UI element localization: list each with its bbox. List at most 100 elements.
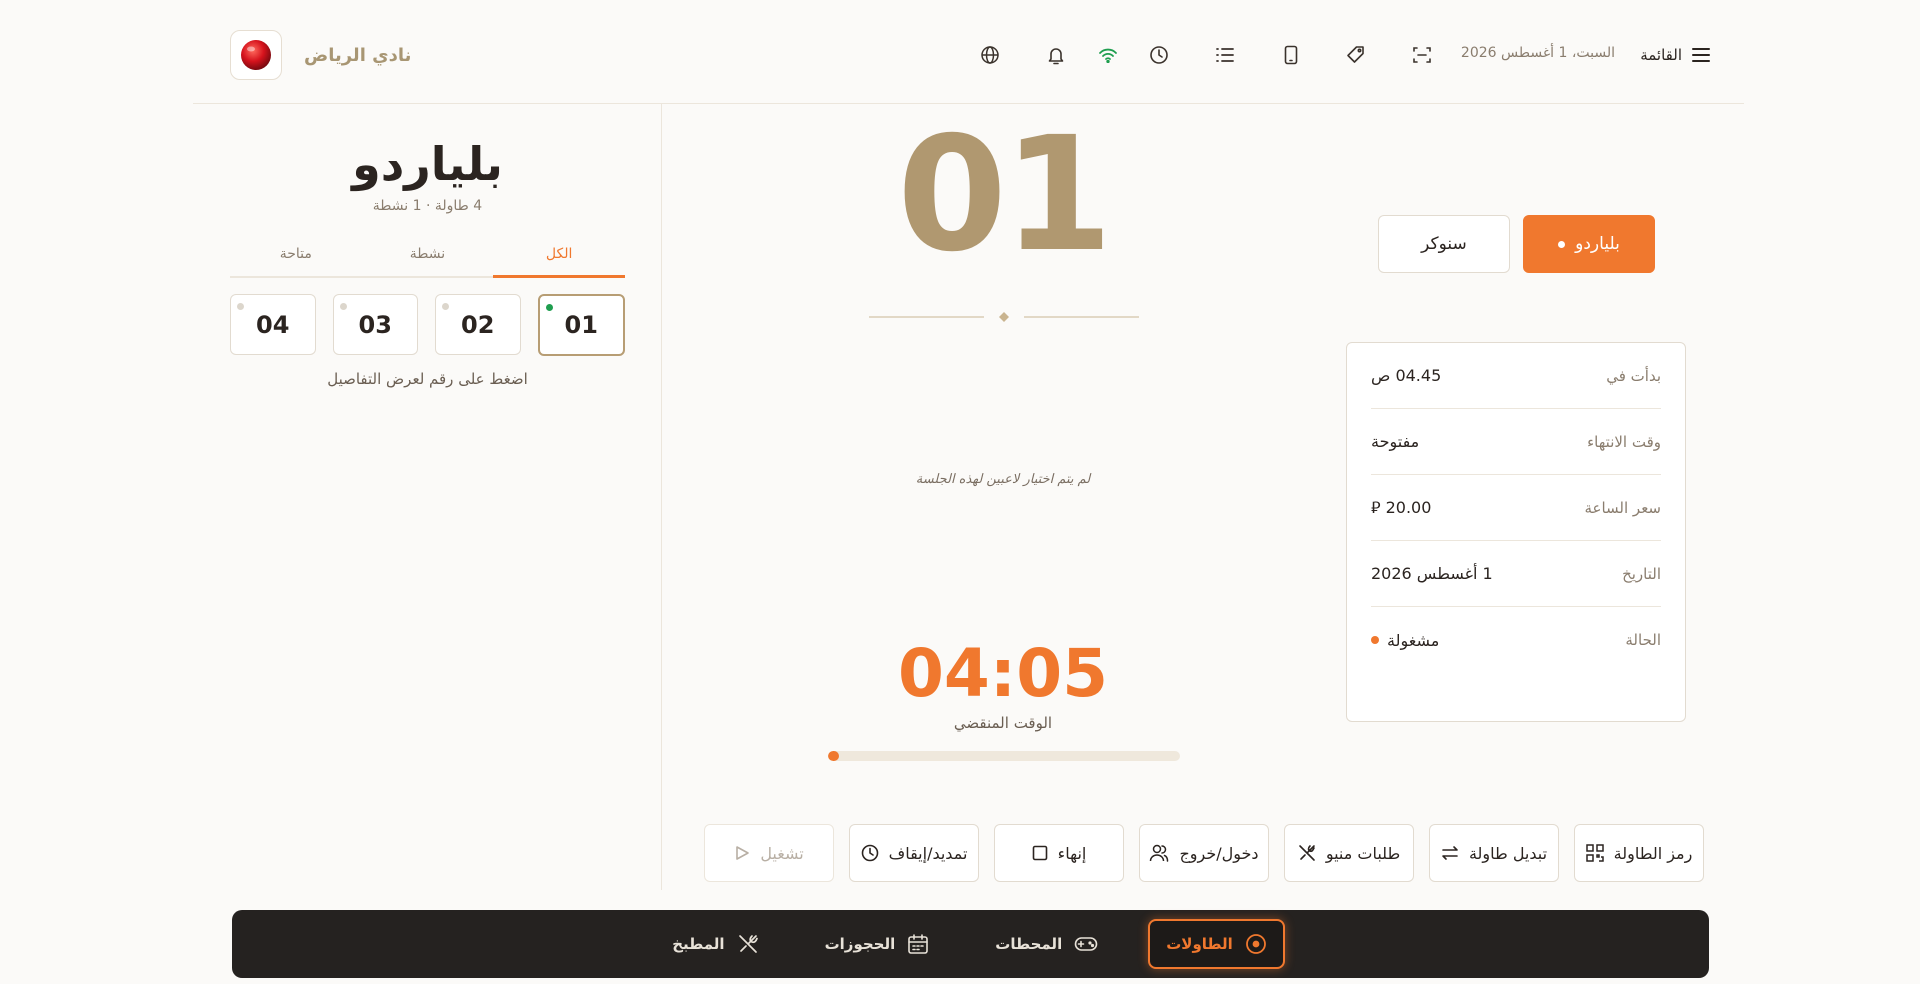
scan-icon[interactable] bbox=[1409, 42, 1435, 68]
table-number: 01 bbox=[564, 311, 598, 339]
utensils-crossed-icon bbox=[1298, 844, 1316, 862]
game-subtitle: 4 طاولة · 1 نشطة bbox=[372, 198, 483, 214]
stop-square-icon bbox=[1032, 845, 1048, 861]
elapsed-timer: 04:05 bbox=[897, 635, 1109, 712]
info-value: 04.45 ص bbox=[1371, 366, 1442, 385]
menu-orders-button[interactable]: طلبات منيو bbox=[1284, 824, 1414, 882]
menu-orders-label: طلبات منيو bbox=[1325, 843, 1401, 863]
tab-active[interactable]: نشطة bbox=[362, 236, 494, 276]
info-value: مفتوحة bbox=[1371, 432, 1420, 451]
table-button-04[interactable]: 04 bbox=[230, 294, 316, 355]
calendar-icon bbox=[907, 933, 929, 955]
nav-bookings[interactable]: الحجوزات bbox=[809, 919, 946, 969]
bell-icon[interactable] bbox=[1043, 42, 1069, 68]
qr-label: رمز الطاولة bbox=[1613, 843, 1693, 863]
qr-code-icon bbox=[1585, 844, 1604, 862]
no-players-note: لم يتم اختيار لاعبين لهذه الجلسة bbox=[915, 472, 1091, 487]
globe-icon[interactable] bbox=[977, 42, 1003, 68]
nav-tables-label: الطاولات bbox=[1166, 935, 1233, 953]
table-number: 02 bbox=[461, 310, 495, 339]
table-button-03[interactable]: 03 bbox=[332, 294, 418, 355]
status-dot bbox=[339, 303, 347, 310]
table-qr-button[interactable]: رمز الطاولة bbox=[1574, 824, 1704, 882]
billiards-label: بلياردو bbox=[1575, 234, 1620, 254]
tag-icon[interactable] bbox=[1343, 42, 1369, 68]
utensils-crossed-icon bbox=[737, 933, 759, 955]
clock-icon[interactable] bbox=[1146, 42, 1172, 68]
action-bar: رمز الطاولة تبديل طاولة طلبات منيو دخول/… bbox=[703, 824, 1704, 882]
status-dot bbox=[237, 303, 244, 310]
start-button[interactable]: تشغيل bbox=[704, 824, 834, 882]
tab-available[interactable]: متاحة bbox=[230, 236, 362, 276]
tab-all[interactable]: الكل bbox=[493, 236, 625, 278]
session-progress-fill bbox=[828, 751, 839, 761]
nav-stations-label: المحطات bbox=[995, 935, 1063, 953]
table-number: 03 bbox=[358, 310, 392, 339]
active-dot bbox=[1558, 240, 1566, 248]
menu-button[interactable]: القائمة bbox=[1640, 42, 1710, 68]
hint-text: اضغط على رقم لعرض التفاصيل bbox=[327, 370, 528, 388]
nav-kitchen-label: المطبخ bbox=[672, 935, 725, 953]
switch-table-button[interactable]: تبديل طاولة bbox=[1429, 824, 1559, 882]
info-row-price: سعر الساعة 20.00 ⃁ bbox=[1371, 475, 1661, 541]
nav-kitchen[interactable]: المطبخ bbox=[656, 919, 774, 969]
check-in-out-label: دخول/خروج bbox=[1179, 843, 1259, 863]
info-row-end-time: وقت الانتهاء مفتوحة bbox=[1371, 409, 1661, 475]
table-button-02[interactable]: 02 bbox=[435, 294, 521, 355]
table-button-01[interactable]: 01 bbox=[537, 294, 625, 356]
table-number: 04 bbox=[256, 310, 290, 339]
play-icon bbox=[734, 845, 750, 861]
wifi-icon bbox=[1095, 42, 1121, 68]
ornament-divider bbox=[869, 310, 1139, 324]
game-title: بلياردو bbox=[352, 137, 503, 191]
timer-label: الوقت المنقضي bbox=[953, 714, 1053, 732]
phone-icon[interactable] bbox=[1278, 42, 1304, 68]
hamburger-icon bbox=[1692, 48, 1710, 62]
status-dot bbox=[1371, 636, 1379, 644]
swap-arrows-icon bbox=[1441, 844, 1459, 862]
club-logo bbox=[230, 30, 282, 80]
header-date: السبت، 1 أغسطس 2026 bbox=[1460, 45, 1615, 61]
users-icon bbox=[1149, 844, 1169, 862]
status-dot bbox=[442, 303, 449, 310]
status-value: مشغولة bbox=[1371, 631, 1439, 650]
check-in-out-button[interactable]: دخول/خروج bbox=[1139, 824, 1269, 882]
nav-stations[interactable]: المحطات bbox=[979, 919, 1114, 969]
status-dot bbox=[545, 304, 553, 311]
info-value: 1 أغسطس 2026 bbox=[1371, 564, 1493, 583]
end-session-button[interactable]: إنهاء bbox=[994, 824, 1124, 882]
billiards-button[interactable]: بلياردو bbox=[1523, 215, 1655, 273]
session-info-card: بدأت في 04.45 ص وقت الانتهاء مفتوحة سعر … bbox=[1346, 342, 1686, 722]
club-brand: نادي الرياض bbox=[230, 30, 411, 80]
session-progress-bar bbox=[828, 751, 1180, 761]
menu-label: القائمة bbox=[1640, 46, 1682, 64]
panel-divider bbox=[661, 104, 662, 890]
list-icon[interactable] bbox=[1212, 42, 1238, 68]
switch-label: تبديل طاولة bbox=[1468, 843, 1548, 863]
extend-pause-label: تمديد/إيقاف bbox=[888, 843, 968, 863]
clock-icon bbox=[861, 844, 879, 862]
table-grid: 01 02 03 04 bbox=[230, 294, 625, 356]
nav-bookings-label: الحجوزات bbox=[824, 935, 896, 953]
target-icon bbox=[1245, 933, 1267, 955]
gamepad-icon bbox=[1074, 935, 1098, 953]
info-row-date: التاريخ 1 أغسطس 2026 bbox=[1371, 541, 1661, 607]
extend-pause-button[interactable]: تمديد/إيقاف bbox=[849, 824, 979, 882]
info-label: الحالة bbox=[1625, 631, 1661, 649]
game-type-switch: سنوكر بلياردو bbox=[1378, 215, 1655, 273]
info-row-status: الحالة مشغولة bbox=[1371, 607, 1661, 673]
info-label: بدأت في bbox=[1606, 366, 1661, 385]
snooker-button[interactable]: سنوكر bbox=[1378, 215, 1510, 273]
status-text: مشغولة bbox=[1387, 630, 1440, 650]
nav-tables[interactable]: الطاولات bbox=[1148, 919, 1285, 969]
info-label: التاريخ bbox=[1622, 564, 1661, 583]
club-name: نادي الرياض bbox=[304, 44, 412, 66]
snooker-label: سنوكر bbox=[1421, 234, 1467, 254]
selected-table-number: 01 bbox=[897, 103, 1113, 287]
end-label: إنهاء bbox=[1057, 843, 1087, 863]
start-label: تشغيل bbox=[760, 843, 804, 863]
info-value: 20.00 ⃁ bbox=[1371, 497, 1432, 517]
info-label: وقت الانتهاء bbox=[1587, 432, 1661, 451]
info-row-started: بدأت في 04.45 ص bbox=[1371, 343, 1661, 409]
info-label: سعر الساعة bbox=[1584, 498, 1661, 517]
